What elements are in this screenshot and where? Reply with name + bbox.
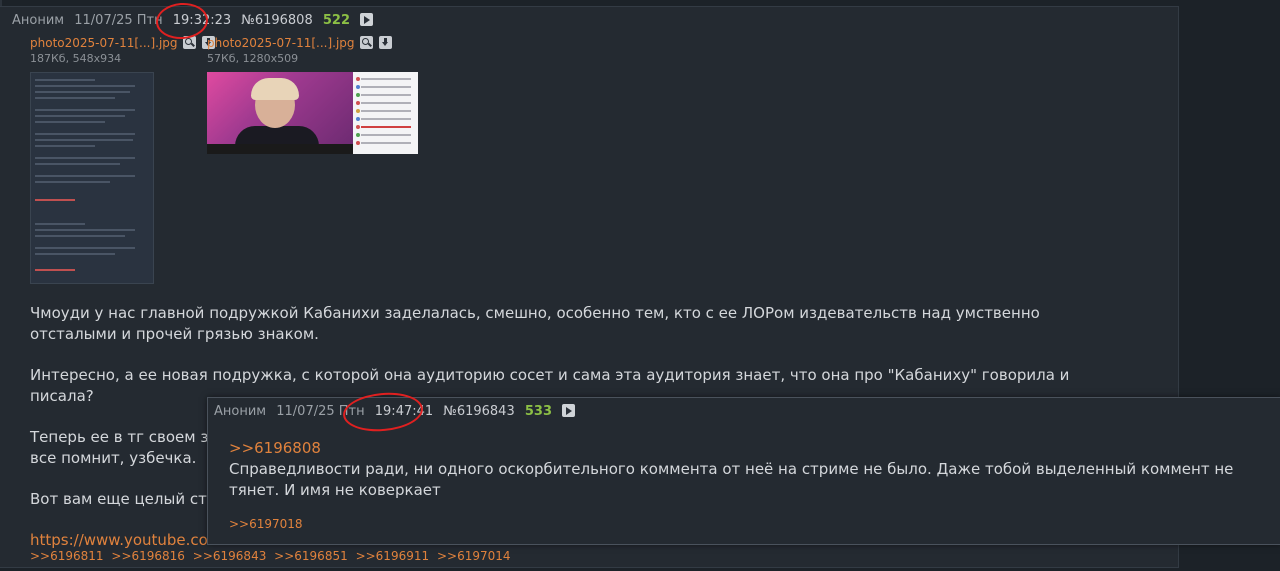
reply-link[interactable]: >>6197018 [229, 517, 303, 531]
image-thumbnail-stream[interactable] [207, 72, 418, 154]
file-meta: 187Кб, 548x934 [30, 52, 122, 65]
play-icon[interactable] [360, 13, 374, 26]
poster-name: Аноним [12, 13, 65, 28]
reply-link[interactable]: >>6197014 [437, 549, 511, 563]
reply-count: 533 [524, 404, 552, 419]
play-icon[interactable] [562, 404, 576, 417]
file-meta: 57Кб, 1280x509 [207, 52, 299, 65]
image-thumbnail-screenshot[interactable] [30, 72, 154, 284]
reply-link[interactable]: >>6196811 [30, 549, 104, 563]
reply-link[interactable]: >>6196851 [274, 549, 348, 563]
file-2: photo2025-07-11[...].jpg 57Кб, 1280x509 [207, 36, 393, 65]
poster-name: Аноним [214, 404, 267, 419]
reply-count: 522 [322, 13, 350, 28]
popup-text: Справедливости ради, ни одного оскорбите… [229, 460, 1234, 499]
reply-link[interactable]: >>6196911 [356, 549, 430, 563]
file-name-link[interactable]: photo2025-07-11[...].jpg [30, 36, 178, 50]
post-paragraph: Чмоуди у нас главной подружкой Кабанихи … [30, 304, 1045, 343]
download-icon[interactable] [379, 36, 393, 49]
search-icon[interactable] [360, 36, 374, 49]
replies-list: >>6196811 >>6196816 >>6196843 >>6196851 … [30, 549, 515, 563]
post-date: 11/07/25 Птн [74, 13, 163, 28]
youtube-link[interactable]: https://www.youtube.co [30, 531, 208, 549]
popup-body: >>6196808 Справедливости ради, ни одного… [229, 438, 1249, 501]
post-number[interactable]: №6196843 [443, 404, 514, 419]
file-name-link[interactable]: photo2025-07-11[...].jpg [207, 36, 355, 50]
quote-link[interactable]: >>6196808 [229, 439, 321, 457]
reply-link[interactable]: >>6196843 [193, 549, 267, 563]
reply-link[interactable]: >>6196816 [111, 549, 185, 563]
post-number[interactable]: №6196808 [241, 13, 312, 28]
